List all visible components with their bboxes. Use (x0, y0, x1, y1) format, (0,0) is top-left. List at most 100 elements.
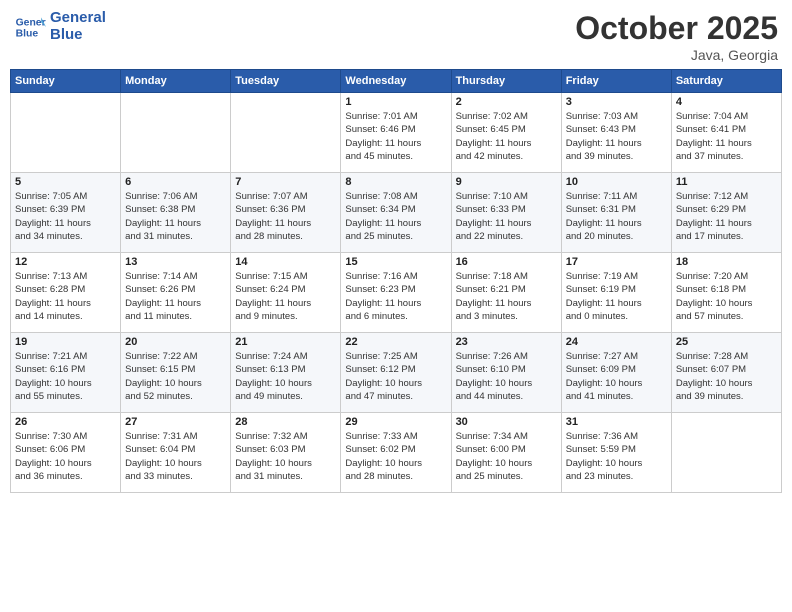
day-info: Sunrise: 7:27 AM Sunset: 6:09 PM Dayligh… (566, 350, 667, 403)
day-cell (121, 93, 231, 173)
day-cell: 8Sunrise: 7:08 AM Sunset: 6:34 PM Daylig… (341, 173, 451, 253)
day-cell: 23 Sunrise: 7:26 AM Sunset: 6:10 PM Dayli… (451, 333, 561, 413)
day-number: 29 (345, 416, 446, 428)
logo: General Blue General Blue (14, 10, 106, 43)
day-info: Sunrise: 7:03 AM Sunset: 6:43 PM Dayligh… (566, 110, 667, 163)
day-cell: 13 Sunrise: 7:14 AM Sunset: 6:26 PM Dayli… (121, 253, 231, 333)
day-info: Sunrise: 7:32 AM Sunset: 6:03 PM Dayligh… (235, 430, 336, 483)
day-number: 7 (235, 176, 336, 188)
title-block: October 2025 Java, Georgia (575, 10, 778, 63)
day-info: Sunrise: 7:22 AM Sunset: 6:15 PM Dayligh… (125, 350, 226, 403)
day-number: 4 (676, 96, 777, 108)
day-number: 16 (456, 256, 557, 268)
logo-icon: General Blue (14, 11, 46, 43)
day-info: Sunrise: 7:21 AM Sunset: 6:16 PM Dayligh… (15, 350, 116, 403)
day-cell: 21Sunrise: 7:24 AM Sunset: 6:13 PM Dayli… (231, 333, 341, 413)
day-cell: 17Sunrise: 7:19 AM Sunset: 6:19 PM Dayli… (561, 253, 671, 333)
logo-line1: General (50, 10, 106, 27)
day-number: 13 (125, 256, 226, 268)
calendar-table: SundayMondayTuesdayWednesdayThursdayFrid… (10, 69, 782, 493)
location: Java, Georgia (575, 47, 778, 63)
day-number: 1 (345, 96, 446, 108)
weekday-header-saturday: Saturday (671, 70, 781, 93)
day-number: 5 (15, 176, 116, 188)
day-info: Sunrise: 7:25 AM Sunset: 6:12 PM Dayligh… (345, 350, 446, 403)
day-cell: 7 Sunrise: 7:07 AM Sunset: 6:36 PM Daylig… (231, 173, 341, 253)
day-cell: 3 Sunrise: 7:03 AM Sunset: 6:43 PM Daylig… (561, 93, 671, 173)
day-cell: 15 Sunrise: 7:16 AM Sunset: 6:23 PM Dayli… (341, 253, 451, 333)
day-number: 15 (345, 256, 446, 268)
day-number: 22 (345, 336, 446, 348)
day-number: 14 (235, 256, 336, 268)
weekday-header-thursday: Thursday (451, 70, 561, 93)
day-number: 24 (566, 336, 667, 348)
day-cell: 22 Sunrise: 7:25 AM Sunset: 6:12 PM Dayli… (341, 333, 451, 413)
day-cell: 4 Sunrise: 7:04 AM Sunset: 6:41 PM Daylig… (671, 93, 781, 173)
day-info: Sunrise: 7:30 AM Sunset: 6:06 PM Dayligh… (15, 430, 116, 483)
day-cell: 20 Sunrise: 7:22 AM Sunset: 6:15 PM Dayli… (121, 333, 231, 413)
day-number: 11 (676, 176, 777, 188)
day-cell: 1 Sunrise: 7:01 AM Sunset: 6:46 PM Daylig… (341, 93, 451, 173)
day-number: 2 (456, 96, 557, 108)
day-info: Sunrise: 7:26 AM Sunset: 6:10 PM Dayligh… (456, 350, 557, 403)
day-info: Sunrise: 7:31 AM Sunset: 6:04 PM Dayligh… (125, 430, 226, 483)
day-number: 25 (676, 336, 777, 348)
day-cell: 11 Sunrise: 7:12 AM Sunset: 6:29 PM Dayli… (671, 173, 781, 253)
weekday-header-wednesday: Wednesday (341, 70, 451, 93)
day-info: Sunrise: 7:28 AM Sunset: 6:07 PM Dayligh… (676, 350, 777, 403)
page-header: General Blue General Blue October 2025 J… (10, 10, 782, 63)
day-info: Sunrise: 7:14 AM Sunset: 6:26 PM Dayligh… (125, 270, 226, 323)
week-row-5: 26 Sunrise: 7:30 AM Sunset: 6:06 PM Dayli… (11, 413, 782, 493)
day-number: 8 (345, 176, 446, 188)
day-cell: 9 Sunrise: 7:10 AM Sunset: 6:33 PM Daylig… (451, 173, 561, 253)
day-number: 10 (566, 176, 667, 188)
day-info: Sunrise: 7:16 AM Sunset: 6:23 PM Dayligh… (345, 270, 446, 323)
day-cell: 5 Sunrise: 7:05 AM Sunset: 6:39 PM Daylig… (11, 173, 121, 253)
week-row-4: 19 Sunrise: 7:21 AM Sunset: 6:16 PM Dayli… (11, 333, 782, 413)
day-cell (231, 93, 341, 173)
svg-text:Blue: Blue (16, 28, 39, 39)
day-info: Sunrise: 7:33 AM Sunset: 6:02 PM Dayligh… (345, 430, 446, 483)
day-cell: 6 Sunrise: 7:06 AM Sunset: 6:38 PM Daylig… (121, 173, 231, 253)
day-cell: 10Sunrise: 7:11 AM Sunset: 6:31 PM Dayli… (561, 173, 671, 253)
day-info: Sunrise: 7:04 AM Sunset: 6:41 PM Dayligh… (676, 110, 777, 163)
weekday-header-row: SundayMondayTuesdayWednesdayThursdayFrid… (11, 70, 782, 93)
day-cell: 18Sunrise: 7:20 AM Sunset: 6:18 PM Dayli… (671, 253, 781, 333)
week-row-3: 12 Sunrise: 7:13 AM Sunset: 6:28 PM Dayli… (11, 253, 782, 333)
day-number: 19 (15, 336, 116, 348)
weekday-header-sunday: Sunday (11, 70, 121, 93)
day-info: Sunrise: 7:13 AM Sunset: 6:28 PM Dayligh… (15, 270, 116, 323)
day-info: Sunrise: 7:19 AM Sunset: 6:19 PM Dayligh… (566, 270, 667, 323)
weekday-header-friday: Friday (561, 70, 671, 93)
day-cell: 2Sunrise: 7:02 AM Sunset: 6:45 PM Daylig… (451, 93, 561, 173)
day-info: Sunrise: 7:18 AM Sunset: 6:21 PM Dayligh… (456, 270, 557, 323)
day-info: Sunrise: 7:07 AM Sunset: 6:36 PM Dayligh… (235, 190, 336, 243)
day-info: Sunrise: 7:12 AM Sunset: 6:29 PM Dayligh… (676, 190, 777, 243)
day-cell: 31Sunrise: 7:36 AM Sunset: 5:59 PM Dayli… (561, 413, 671, 493)
weekday-header-monday: Monday (121, 70, 231, 93)
day-cell: 14Sunrise: 7:15 AM Sunset: 6:24 PM Dayli… (231, 253, 341, 333)
week-row-1: 1 Sunrise: 7:01 AM Sunset: 6:46 PM Daylig… (11, 93, 782, 173)
day-info: Sunrise: 7:36 AM Sunset: 5:59 PM Dayligh… (566, 430, 667, 483)
day-info: Sunrise: 7:06 AM Sunset: 6:38 PM Dayligh… (125, 190, 226, 243)
day-cell: 12 Sunrise: 7:13 AM Sunset: 6:28 PM Dayli… (11, 253, 121, 333)
day-cell: 24 Sunrise: 7:27 AM Sunset: 6:09 PM Dayli… (561, 333, 671, 413)
day-number: 26 (15, 416, 116, 428)
day-info: Sunrise: 7:10 AM Sunset: 6:33 PM Dayligh… (456, 190, 557, 243)
day-number: 23 (456, 336, 557, 348)
day-number: 30 (456, 416, 557, 428)
day-cell: 27Sunrise: 7:31 AM Sunset: 6:04 PM Dayli… (121, 413, 231, 493)
day-number: 6 (125, 176, 226, 188)
day-number: 12 (15, 256, 116, 268)
day-cell (671, 413, 781, 493)
day-info: Sunrise: 7:05 AM Sunset: 6:39 PM Dayligh… (15, 190, 116, 243)
day-info: Sunrise: 7:01 AM Sunset: 6:46 PM Dayligh… (345, 110, 446, 163)
day-cell: 16 Sunrise: 7:18 AM Sunset: 6:21 PM Dayli… (451, 253, 561, 333)
day-number: 3 (566, 96, 667, 108)
day-cell: 29 Sunrise: 7:33 AM Sunset: 6:02 PM Dayli… (341, 413, 451, 493)
day-number: 9 (456, 176, 557, 188)
day-number: 28 (235, 416, 336, 428)
day-info: Sunrise: 7:24 AM Sunset: 6:13 PM Dayligh… (235, 350, 336, 403)
day-cell: 26 Sunrise: 7:30 AM Sunset: 6:06 PM Dayli… (11, 413, 121, 493)
day-number: 20 (125, 336, 226, 348)
